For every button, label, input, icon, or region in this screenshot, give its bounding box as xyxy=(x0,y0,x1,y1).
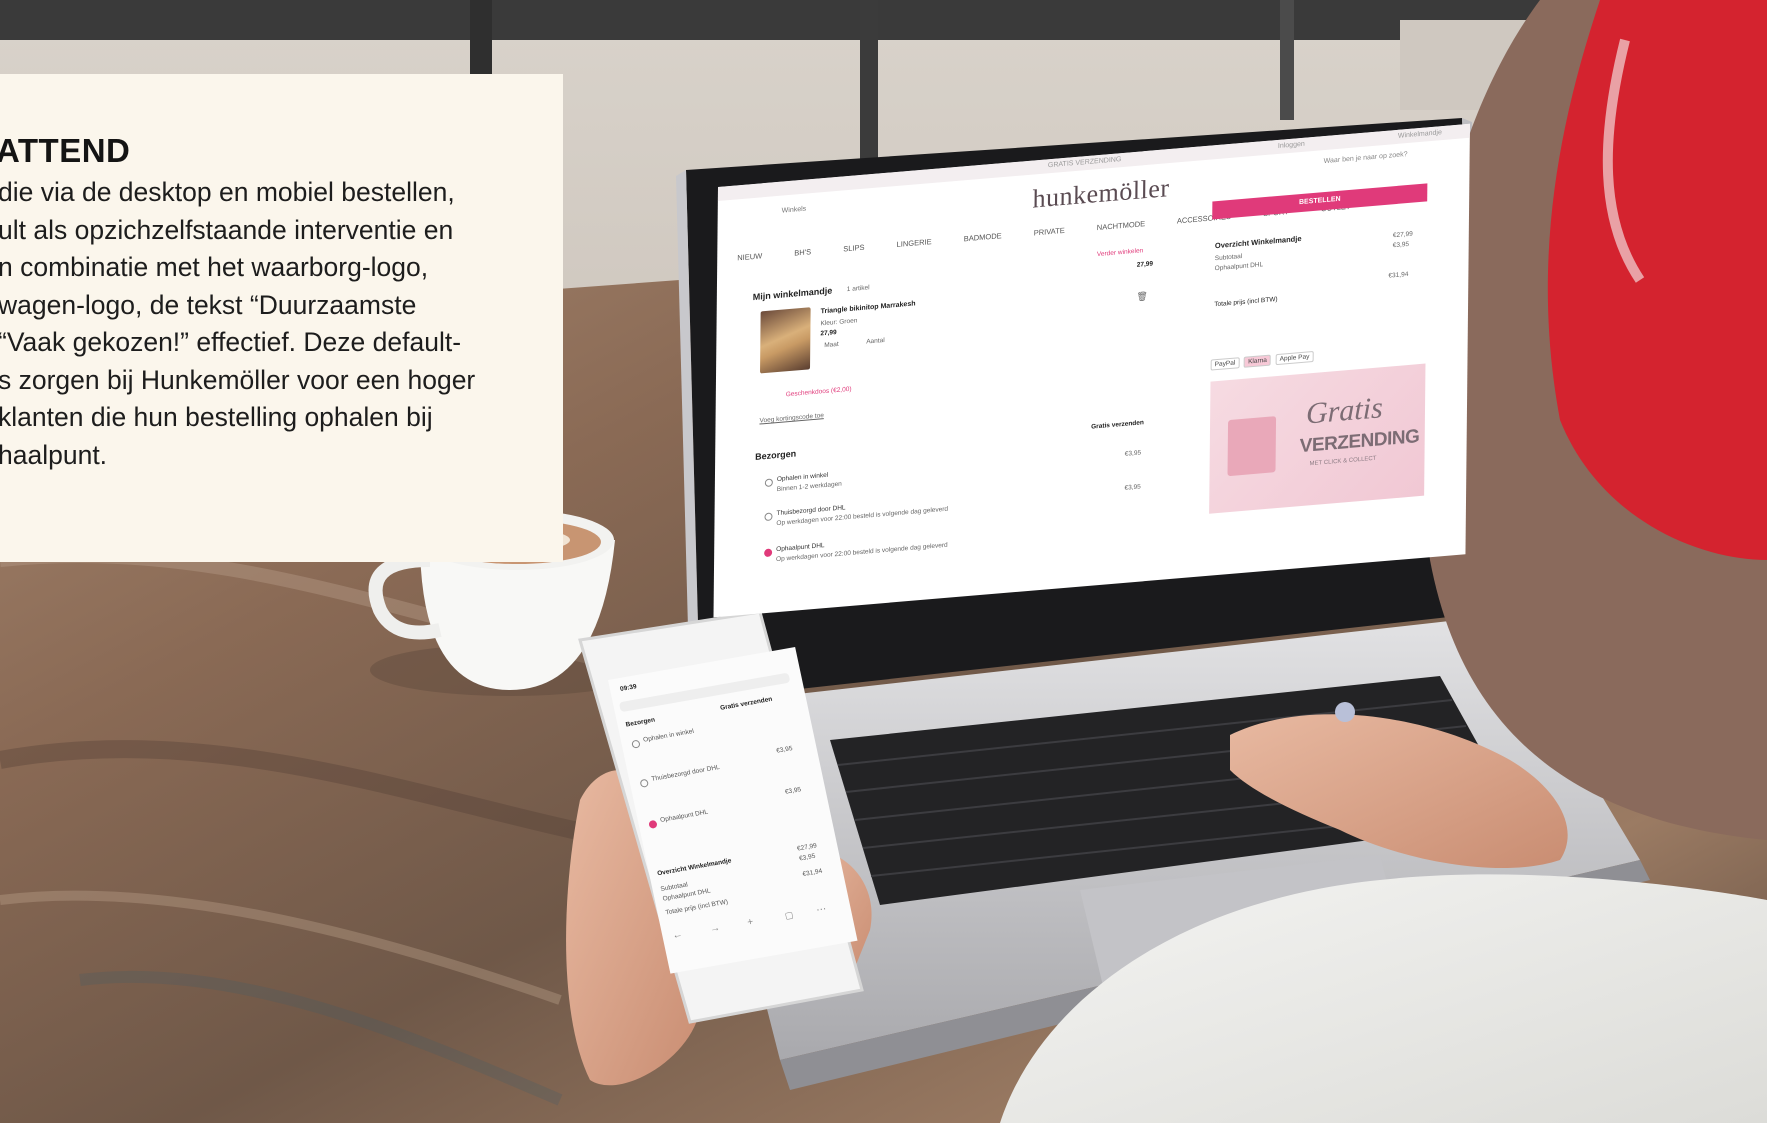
phone-shipping: €3,95 xyxy=(798,852,817,863)
cart-title: Mijn winkelmandje xyxy=(752,285,833,303)
promo-banner[interactable]: Gratis VERZENDING MET CLICK & COLLECT xyxy=(1209,363,1426,514)
shopping-bag-icon xyxy=(1227,416,1277,477)
delivery-radio[interactable] xyxy=(764,478,773,488)
phone-delivery-free: Gratis verzenden xyxy=(719,695,773,712)
product-name[interactable]: Triangle bikinitop Marrakesh xyxy=(821,300,916,315)
phone-option-label[interactable]: Ophalen in winkel xyxy=(643,728,695,744)
promo-line-1: Gratis xyxy=(1305,391,1383,431)
phone-delivery-title: Bezorgen xyxy=(625,716,656,729)
nav-item[interactable]: SLIPS xyxy=(843,243,864,254)
phone-subtotal: €27,99 xyxy=(796,842,818,853)
summary-shipping-label: Ophaalpunt DHL xyxy=(1214,261,1264,273)
login-link[interactable]: Inloggen xyxy=(1278,141,1305,150)
delivery-free-label: Gratis verzenden xyxy=(1091,419,1144,431)
summary-subtotal: €27,99 xyxy=(1392,230,1413,240)
new-tab-icon[interactable]: + xyxy=(746,917,754,929)
nav-item[interactable]: PRIVATE xyxy=(1034,226,1065,238)
card-text-line: wagen-logo, de tekst “Duurzaamste xyxy=(0,289,417,320)
product-price: 27,99 xyxy=(820,329,837,338)
continue-shopping-link[interactable]: Verder winkelen xyxy=(1097,247,1143,258)
discount-code-link[interactable]: Voeg kortingscode toe xyxy=(759,412,823,424)
delivery-option-price: €3,95 xyxy=(1124,449,1142,458)
nav-item[interactable]: BADMODE xyxy=(964,231,1002,243)
apple-pay-icon: Apple Pay xyxy=(1275,350,1314,366)
info-card: ATTEND die via de desktop en mobiel best… xyxy=(0,74,563,562)
nav-item[interactable]: NACHTMODE xyxy=(1097,219,1145,232)
delivery-radio-selected[interactable] xyxy=(764,548,773,558)
back-icon[interactable]: ← xyxy=(672,929,684,942)
size-select[interactable]: Maat xyxy=(824,341,839,349)
phone-option-label[interactable]: Ophaalpunt DHL xyxy=(660,809,709,824)
gift-box-option[interactable]: Geschenkdoos (€2,00) xyxy=(786,386,852,399)
phone-option-price: €3,95 xyxy=(775,745,794,755)
search-input[interactable]: Waar ben je naar op zoek? xyxy=(1324,151,1408,165)
summary-total-label: Totale prijs (incl BTW) xyxy=(1214,295,1278,309)
paypal-icon: PayPal xyxy=(1210,357,1240,371)
stores-link[interactable]: Winkels xyxy=(782,206,807,215)
card-text-line: klanten die hun bestelling ophalen bij xyxy=(0,402,433,432)
cart-total: 27,99 xyxy=(1136,260,1154,269)
laptop-screen: GRATIS VERZENDING Inloggen Winkelmandje … xyxy=(713,123,1470,618)
brand-logo[interactable]: hunkemöller xyxy=(1032,173,1169,215)
cart-count: 1 artikel xyxy=(846,284,870,294)
delivery-option-detail: Binnen 1-2 werkdagen xyxy=(776,480,842,494)
phone-option-label[interactable]: Thuisbezorgd door DHL xyxy=(651,764,720,783)
delivery-radio[interactable] xyxy=(764,512,773,522)
promo-line-3: MET CLICK & COLLECT xyxy=(1309,455,1377,468)
more-icon[interactable]: ⋯ xyxy=(815,904,827,917)
phone-total: €31,94 xyxy=(801,867,823,879)
card-heading: ATTEND xyxy=(0,132,131,169)
phone-delivery-radio[interactable] xyxy=(631,739,641,749)
delivery-option-price: €3,95 xyxy=(1124,483,1141,492)
phone-total-label: Totale prijs (incl BTW) xyxy=(664,898,729,917)
summary-total: €31,94 xyxy=(1388,270,1409,280)
quantity-select[interactable]: Aantal xyxy=(866,337,885,346)
phone-option-price: €3,95 xyxy=(784,786,802,796)
nav-item[interactable]: NIEUW xyxy=(737,251,762,262)
card-text-line: “Vaak gekozen!” effectief. Deze default- xyxy=(0,327,462,357)
phone-delivery-radio[interactable] xyxy=(639,778,650,788)
nav-item[interactable]: LINGERIE xyxy=(897,237,932,249)
status-time: 09:39 xyxy=(619,683,638,693)
summary-title: Overzicht Winkelmandje xyxy=(1214,233,1302,251)
product-variant: Kleur: Groen xyxy=(820,317,858,328)
delivery-option-label[interactable]: Ophaalpunt DHL xyxy=(776,542,824,553)
promo-line-2: VERZENDING xyxy=(1299,426,1420,458)
klarna-icon: Klarna xyxy=(1244,354,1271,368)
card-text-line: die via de desktop en mobiel bestellen, xyxy=(0,177,455,207)
phone-delivery-radio-selected[interactable] xyxy=(648,819,658,829)
card-text-line: n combinatie met het waarborg-logo, xyxy=(0,252,429,282)
payment-methods: PayPal Klarna Apple Pay xyxy=(1210,350,1317,371)
checkout-button[interactable]: BESTELLEN xyxy=(1212,183,1428,220)
top-banner-text: GRATIS VERZENDING xyxy=(1047,156,1122,170)
card-text-line: s zorgen bij Hunkemöller voor een hoger xyxy=(0,364,476,395)
tabs-icon[interactable]: ▢ xyxy=(784,910,795,922)
summary-subtotal-label: Subtotaal xyxy=(1214,252,1243,263)
forward-icon[interactable]: → xyxy=(709,922,721,935)
summary-shipping: €3,95 xyxy=(1392,240,1410,250)
card-text-line: haalpunt. xyxy=(0,439,108,470)
delivery-title: Bezorgen xyxy=(755,448,797,462)
phone-summary-title: Overzicht Winkelmandje xyxy=(656,857,733,878)
cart-link[interactable]: Winkelmandje xyxy=(1398,129,1442,140)
trash-icon[interactable]: 🗑 xyxy=(1136,291,1148,303)
card-text-line: ult als opzichzelfstaande interventie en xyxy=(0,214,454,245)
product-image[interactable] xyxy=(760,307,811,374)
nav-item[interactable]: BH'S xyxy=(794,247,811,257)
address-bar[interactable] xyxy=(618,672,791,713)
